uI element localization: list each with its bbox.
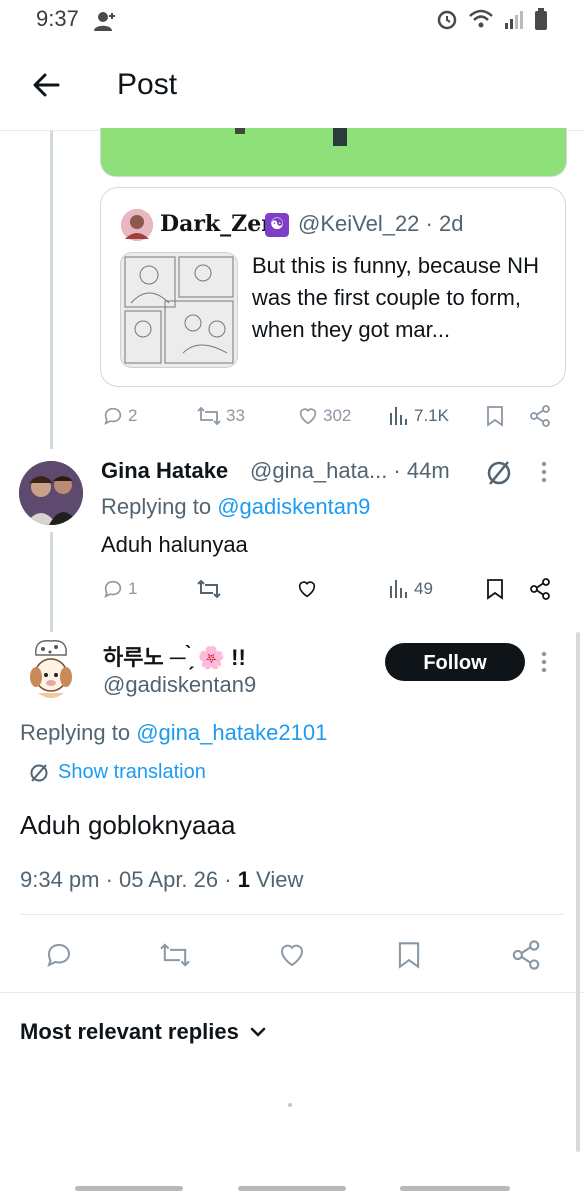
nav-back-handle[interactable] bbox=[400, 1186, 510, 1191]
views-count: 1 bbox=[237, 867, 250, 892]
repost-button[interactable]: 33 bbox=[196, 405, 245, 427]
reply-button[interactable] bbox=[44, 940, 74, 970]
reply-button[interactable]: 2 bbox=[102, 405, 137, 427]
repost-button[interactable] bbox=[196, 578, 222, 600]
person-add-icon bbox=[93, 10, 117, 37]
reply-author-name: Gina Hatake bbox=[101, 458, 229, 483]
like-button[interactable]: 302 bbox=[297, 405, 351, 427]
loading-dot bbox=[288, 1103, 292, 1107]
views-button[interactable]: 49 bbox=[388, 578, 433, 600]
thread-line bbox=[50, 131, 53, 449]
like-count: 302 bbox=[323, 406, 352, 425]
replying-to-link[interactable]: @gina_hatake2101 bbox=[136, 720, 327, 745]
share-button[interactable] bbox=[529, 578, 551, 600]
post-timestamp: 9:34 pm · 05 Apr. 26 · bbox=[20, 867, 238, 892]
quote-text: But this is funny, because NH was the fi… bbox=[252, 253, 539, 342]
header-bar bbox=[0, 40, 584, 131]
alarm-icon bbox=[437, 10, 457, 30]
bookmark-icon bbox=[487, 406, 503, 427]
wifi-icon bbox=[469, 9, 493, 28]
like-button[interactable] bbox=[277, 940, 307, 970]
like-button[interactable] bbox=[296, 578, 318, 600]
show-translation-link[interactable]: Show translation bbox=[28, 761, 206, 784]
views-icon bbox=[390, 580, 407, 598]
chevron-down-icon bbox=[250, 1027, 266, 1037]
share-icon bbox=[530, 405, 550, 427]
share-icon bbox=[512, 940, 540, 970]
repost-icon bbox=[197, 406, 221, 426]
repost-count: 33 bbox=[226, 406, 245, 425]
repost-icon bbox=[160, 943, 190, 967]
replying-to-link[interactable]: @gadiskentan9 bbox=[217, 494, 370, 519]
nav-recent-handle[interactable] bbox=[75, 1186, 183, 1191]
avatar[interactable] bbox=[19, 461, 83, 525]
reply-icon bbox=[47, 943, 71, 967]
translate-icon[interactable] bbox=[484, 458, 514, 493]
bookmark-button[interactable] bbox=[485, 405, 505, 427]
reply-count: 2 bbox=[128, 406, 138, 425]
replying-to: Replying to @gina_hatake2101 bbox=[20, 720, 327, 746]
replying-prefix: Replying to bbox=[101, 494, 212, 519]
views-count: 7.1K bbox=[414, 406, 449, 425]
views-button[interactable]: 7.1K bbox=[388, 405, 449, 427]
reply-author-handle: @gina_hata... · 44m bbox=[250, 458, 450, 483]
like-icon bbox=[298, 581, 316, 598]
follow-button[interactable]: Follow bbox=[385, 643, 525, 681]
bookmark-icon bbox=[487, 579, 503, 600]
repost-button[interactable] bbox=[158, 941, 192, 969]
post-text: Aduh gobloknyaaa bbox=[20, 810, 236, 840]
views-count: 49 bbox=[414, 579, 433, 598]
reply-icon bbox=[104, 580, 122, 598]
sort-label: Most relevant replies bbox=[20, 1019, 239, 1044]
divider bbox=[20, 914, 564, 915]
views-icon bbox=[390, 407, 407, 425]
like-icon bbox=[280, 944, 304, 967]
share-icon bbox=[530, 578, 550, 600]
reply-button[interactable]: 1 bbox=[102, 578, 137, 600]
yin-yang-badge-icon: ☯ bbox=[265, 213, 289, 237]
bookmark-button[interactable] bbox=[485, 578, 505, 600]
like-icon bbox=[299, 408, 317, 425]
page-title: Post bbox=[117, 68, 178, 101]
bookmark-icon bbox=[398, 942, 420, 969]
reply-text: Aduh halunyaa bbox=[101, 532, 248, 557]
nav-home-handle[interactable] bbox=[238, 1186, 346, 1191]
share-button[interactable] bbox=[511, 940, 541, 970]
views-label: View bbox=[249, 867, 304, 892]
replying-prefix: Replying to bbox=[20, 720, 131, 745]
more-icon[interactable] bbox=[540, 650, 548, 679]
show-translation-label: Show translation bbox=[58, 761, 206, 783]
bookmark-button[interactable] bbox=[396, 940, 422, 970]
quote-author-name: Dark_Zer bbox=[160, 211, 273, 237]
scrollbar[interactable] bbox=[576, 632, 580, 1152]
thread-line bbox=[50, 532, 53, 632]
avatar[interactable] bbox=[121, 209, 153, 241]
status-icons bbox=[436, 8, 548, 30]
reply-count: 1 bbox=[128, 579, 138, 598]
translate-icon bbox=[30, 763, 48, 782]
repost-icon bbox=[197, 579, 221, 599]
replying-to: Replying to @gadiskentan9 bbox=[101, 494, 370, 520]
battery-icon bbox=[535, 8, 547, 30]
reply-sort-dropdown[interactable]: Most relevant replies bbox=[20, 1019, 267, 1045]
author-handle: @gadiskentan9 bbox=[103, 672, 257, 697]
quote-author-handle: @KeiVel_22 · 2d bbox=[298, 211, 464, 236]
more-icon[interactable] bbox=[540, 460, 548, 489]
signal-icon bbox=[505, 11, 523, 29]
divider bbox=[0, 992, 584, 993]
avatar[interactable] bbox=[28, 637, 74, 701]
post-meta: 9:34 pm · 05 Apr. 26 · 1 View bbox=[20, 867, 303, 893]
quote-thumbnail[interactable] bbox=[120, 252, 238, 368]
media-image[interactable] bbox=[100, 128, 567, 177]
share-button[interactable] bbox=[529, 405, 551, 427]
author-name: 하루노 ─ ̗̀ 🌸 !! bbox=[103, 645, 246, 670]
status-time: 9:37 bbox=[36, 6, 79, 31]
reply-icon bbox=[104, 407, 122, 425]
back-arrow-icon[interactable] bbox=[30, 68, 64, 102]
